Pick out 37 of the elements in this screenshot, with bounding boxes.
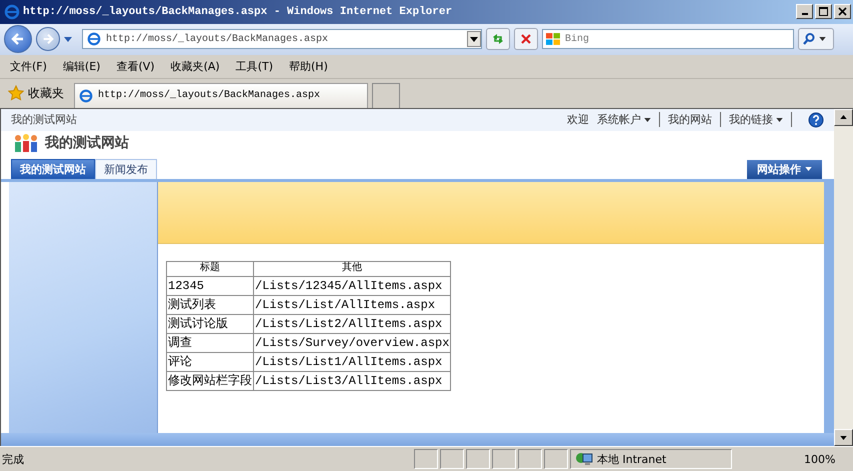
security-zone: 本地 Intranet xyxy=(570,449,732,470)
nav-tab[interactable]: 新闻发布 xyxy=(95,158,157,179)
menu-item[interactable]: 编辑(E) xyxy=(62,58,100,74)
table-cell: /Lists/List1/AllItems.aspx xyxy=(254,352,451,372)
status-text: 完成 xyxy=(2,452,25,467)
site-breadcrumb[interactable]: 我的测试网站 xyxy=(11,112,77,128)
window-title: http://moss/_layouts/BackManages.aspx - Windows Internet Explorer xyxy=(23,6,454,18)
menu-item[interactable]: 文件(F) xyxy=(10,58,47,74)
table-cell: /Lists/12345/AllItems.aspx xyxy=(254,276,451,296)
menu-item[interactable]: 帮助(H) xyxy=(289,58,328,74)
menu-item[interactable]: 工具(T) xyxy=(236,58,273,74)
column-header: 标题 xyxy=(166,261,254,276)
user-menu[interactable]: 系统帐户 xyxy=(597,112,651,128)
table-cell: /Lists/List/AllItems.aspx xyxy=(254,295,451,314)
favorites-button[interactable]: 收藏夹 xyxy=(8,84,64,102)
search-field[interactable]: Bing xyxy=(542,29,794,50)
table-cell: 修改网站栏字段 xyxy=(166,371,254,390)
column-header: 其他 xyxy=(254,261,451,276)
nav-tab[interactable]: 我的测试网站 xyxy=(11,158,95,179)
table-cell: /Lists/Survey/overview.aspx xyxy=(254,333,451,352)
table-cell: 调查 xyxy=(166,333,254,352)
table-cell: /Lists/List2/AllItems.aspx xyxy=(254,314,451,334)
zoom-level[interactable]: 100% xyxy=(804,452,836,466)
table-cell: 测试讨论版 xyxy=(166,314,254,334)
table-cell: 评论 xyxy=(166,352,254,372)
table-cell: 12345 xyxy=(166,276,254,296)
table-cell: /Lists/List3/AllItems.aspx xyxy=(254,371,451,390)
browser-tab[interactable]: http://moss/_layouts/BackManages.aspx xyxy=(74,82,368,108)
top-link[interactable]: 我的网站 xyxy=(659,112,712,128)
table-cell: 测试列表 xyxy=(166,295,254,314)
site-actions-menu[interactable]: 网站操作 xyxy=(747,160,822,179)
top-link[interactable]: 我的链接 xyxy=(720,112,792,128)
site-title: 我的测试网站 xyxy=(45,134,129,152)
menu-item[interactable]: 收藏夹(A) xyxy=(170,58,220,74)
welcome-text: 欢迎 xyxy=(567,112,589,128)
address-field[interactable]: http://moss/_layouts/BackManages.aspx xyxy=(82,29,482,50)
menu-item[interactable]: 查看(V) xyxy=(116,58,155,74)
